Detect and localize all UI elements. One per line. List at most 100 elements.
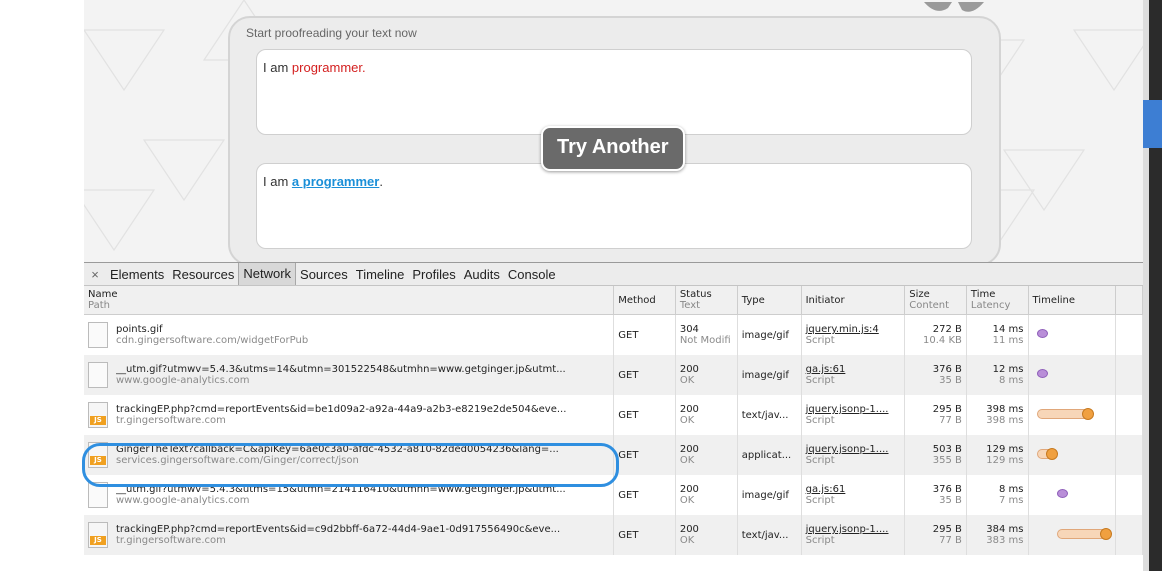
timeline-marker [1036,329,1048,338]
request-name: points.gif [116,324,163,335]
output-suffix: . [379,174,383,189]
initiator-link[interactable]: ga.js:61 [806,484,846,495]
request-status-text: OK [679,455,695,466]
request-time: 129 ms [986,444,1024,455]
initiator-type: Script [805,495,835,506]
request-latency: 11 ms [992,335,1024,346]
request-status-text: OK [679,495,695,506]
devtools-panel: × Elements Resources Network Sources Tim… [84,262,1143,572]
column-time[interactable]: Time Latency [966,286,1029,315]
try-another-button[interactable]: Try Another [541,126,685,171]
js-file-icon [88,402,108,428]
request-time: 12 ms [992,364,1024,375]
request-time: 14 ms [992,324,1024,335]
initiator-link[interactable]: jquery.jsonp-1.... [806,444,889,455]
request-name: __utm.gif?utmwv=5.4.3&utms=14&utmn=30152… [116,364,566,375]
initiator-type: Script [805,335,835,346]
request-latency: 7 ms [999,495,1024,506]
request-size: 295 B [932,404,962,415]
network-table: Name Path Method Status Text Type Initiato… [84,286,1143,555]
request-status: 200 [679,524,699,535]
column-name[interactable]: Name Path [84,286,615,315]
request-name: trackingEP.php?cmd=reportEvents&id=c9d2b… [116,524,561,535]
request-method: GET [613,475,676,515]
column-timeline[interactable]: Timeline [1028,286,1116,315]
request-content-size: 355 B [932,455,962,466]
request-size: 503 B [932,444,962,455]
request-content-size: 35 B [939,495,962,506]
request-status: 200 [679,364,699,375]
tab-network[interactable]: Network [238,263,297,285]
window-edge-light [1143,0,1149,571]
request-type: image/gif [737,314,802,355]
request-latency: 398 ms [986,415,1024,426]
request-content-size: 10.4 KB [923,335,962,346]
column-initiator[interactable]: Initiator [801,286,906,315]
table-row[interactable]: __utm.gif?utmwv=5.4.3&utms=14&utmn=30152… [84,355,1143,395]
request-status: 200 [679,444,699,455]
request-method: GET [613,395,676,435]
request-time: 384 ms [986,524,1024,535]
tab-sources[interactable]: Sources [296,267,352,282]
request-time: 8 ms [999,484,1024,495]
column-size[interactable]: Size Content [904,286,967,315]
output-prefix: I am [263,174,292,189]
request-method: GET [613,314,676,355]
tab-console[interactable]: Console [504,267,560,282]
request-method: GET [613,355,676,395]
panel-label: Start proofreading your text now [246,26,417,40]
request-status: 304 [679,324,699,335]
initiator-type: Script [805,375,835,386]
request-content-size: 35 B [939,375,962,386]
tab-resources[interactable]: Resources [168,267,238,282]
request-status: 200 [679,484,699,495]
column-method[interactable]: Method [613,286,676,315]
request-type: image/gif [737,355,802,395]
request-latency: 8 ms [999,375,1024,386]
request-path: tr.gingersoftware.com [116,415,226,426]
input-prefix: I am [263,60,292,75]
tab-elements[interactable]: Elements [106,267,168,282]
request-name: trackingEP.php?cmd=reportEvents&id=be1d0… [116,404,567,415]
tab-profiles[interactable]: Profiles [408,267,459,282]
request-status-text: OK [679,535,695,546]
close-icon[interactable]: × [84,267,106,282]
initiator-type: Script [805,415,835,426]
tab-timeline[interactable]: Timeline [352,267,409,282]
request-status-text: OK [679,375,695,386]
initiator-link[interactable]: jquery.jsonp-1.... [806,524,889,535]
request-type: applicat... [737,435,802,475]
column-type[interactable]: Type [737,286,802,315]
output-correction[interactable]: a programmer [292,174,379,189]
initiator-link[interactable]: jquery.min.js:4 [806,324,879,335]
table-row[interactable]: trackingEP.php?cmd=reportEvents&id=c9d2b… [84,515,1143,555]
request-path: tr.gingersoftware.com [116,535,226,546]
column-status[interactable]: Status Text [675,286,738,315]
table-header: Name Path Method Status Text Type Initiato… [84,286,1143,315]
timeline-marker [1036,369,1048,378]
request-path: cdn.gingersoftware.com/widgetForPub [116,335,309,346]
timeline-bar [1036,407,1094,420]
table-row[interactable]: points.gif cdn.gingersoftware.com/widgetF… [84,314,1143,355]
request-size: 376 B [932,364,962,375]
proofreading-panel: Start proofreading your text now I am pr… [228,2,1001,266]
table-row[interactable]: trackingEP.php?cmd=reportEvents&id=be1d0… [84,395,1143,435]
request-time: 398 ms [986,404,1024,415]
initiator-type: Script [805,535,835,546]
background-window-fragment [1143,100,1162,148]
request-status-text: Not Modifi [679,335,731,346]
output-textbox: I am a programmer. [256,163,972,249]
request-size: 272 B [932,324,962,335]
request-path: www.google-analytics.com [116,375,250,386]
request-latency: 383 ms [986,535,1024,546]
request-status-text: OK [679,415,695,426]
initiator-link[interactable]: ga.js:61 [806,364,846,375]
mascot-feet-icon [924,2,984,12]
initiator-link[interactable]: jquery.jsonp-1.... [806,404,889,415]
request-type: image/gif [737,475,802,515]
request-latency: 129 ms [986,455,1024,466]
js-file-icon [88,522,108,548]
tab-audits[interactable]: Audits [460,267,504,282]
input-textbox[interactable]: I am programmer. [256,49,972,135]
devtools-toolbar: × Elements Resources Network Sources Tim… [84,263,1143,286]
